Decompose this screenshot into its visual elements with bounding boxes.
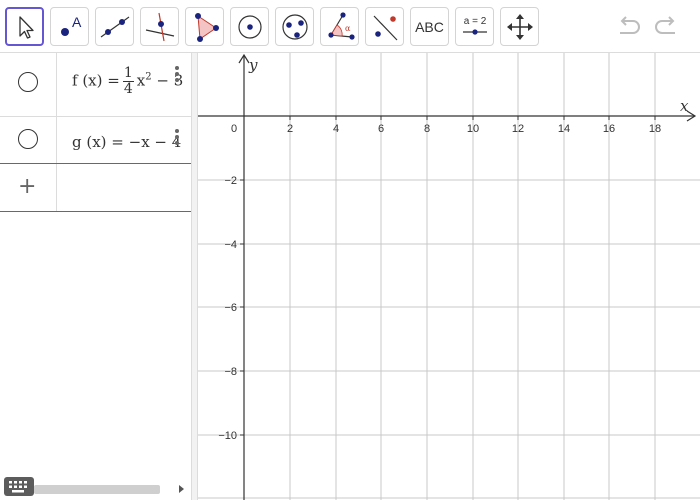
algebra-view: f (x) = 1 4 x2 − 3 g (x) = −x − 4 + bbox=[0, 53, 191, 500]
circle-center-icon bbox=[237, 14, 262, 39]
circle-three-points-icon bbox=[281, 13, 308, 40]
input-row-bottom-border bbox=[0, 211, 191, 212]
slider-tool-label: a = 2 bbox=[463, 16, 486, 27]
x-tick-label: 4 bbox=[333, 123, 339, 135]
move-cross-arrows-icon bbox=[506, 13, 533, 40]
x-tick-label: 12 bbox=[512, 123, 524, 135]
more-options-icon[interactable] bbox=[175, 129, 179, 147]
formula-f-term: x bbox=[136, 71, 146, 90]
panel-resize-divider[interactable] bbox=[191, 53, 198, 500]
x-tick-label: 10 bbox=[467, 123, 479, 135]
origin-label: 0 bbox=[231, 123, 237, 135]
x-tick-label: 8 bbox=[424, 123, 430, 135]
move-tool-button[interactable] bbox=[5, 7, 44, 46]
point-tool-label: A bbox=[72, 14, 82, 30]
x-tick-label: 18 bbox=[649, 123, 661, 135]
x-axis-name: x bbox=[680, 97, 689, 115]
move-graphics-view-tool-button[interactable] bbox=[500, 7, 539, 46]
algebra-row-f[interactable]: f (x) = 1 4 x2 − 3 bbox=[0, 53, 191, 116]
perpendicular-line-icon bbox=[145, 12, 174, 41]
algebra-input-row[interactable]: + bbox=[0, 164, 191, 211]
undo-icon bbox=[620, 16, 640, 34]
fraction: 14 bbox=[122, 66, 134, 97]
algebra-row-g[interactable]: g (x) = −x − 4 bbox=[0, 117, 191, 163]
vertical-gridlines bbox=[289, 53, 656, 500]
polygon-tool-button[interactable] bbox=[185, 7, 224, 46]
circle-center-point-tool-button[interactable] bbox=[230, 7, 269, 46]
cursor-arrow-icon bbox=[18, 15, 34, 39]
perpendicular-line-tool-button[interactable] bbox=[140, 7, 179, 46]
point-label-icon: A bbox=[60, 14, 82, 36]
formula-g[interactable]: g (x) = −x − 4 bbox=[72, 133, 191, 151]
slider-tool-button[interactable]: a = 2 bbox=[455, 7, 494, 46]
coordinate-plane[interactable]: x y 0 2 4 6 8 10 12 14 16 18 −2 −4 −6 −8… bbox=[198, 53, 700, 500]
polygon-icon bbox=[194, 12, 219, 42]
horizontal-scrollbar[interactable] bbox=[34, 485, 160, 494]
fraction-denominator: 4 bbox=[123, 81, 133, 97]
add-icon[interactable]: + bbox=[18, 176, 36, 198]
angle-tool-button[interactable]: α bbox=[320, 7, 359, 46]
y-tick-label: −10 bbox=[218, 430, 237, 442]
reflect-tool-button[interactable] bbox=[365, 7, 404, 46]
undo-button[interactable] bbox=[614, 12, 644, 42]
angle-icon: α bbox=[327, 11, 355, 40]
horizontal-gridlines bbox=[198, 179, 700, 499]
y-tick-label: −4 bbox=[224, 239, 237, 251]
text-icon: ABC bbox=[415, 18, 444, 35]
redo-button[interactable] bbox=[651, 12, 681, 42]
x-tick-label: 6 bbox=[378, 123, 384, 135]
point-tool-button[interactable]: A bbox=[50, 7, 89, 46]
text-tool-button[interactable]: ABC bbox=[410, 7, 449, 46]
y-tick-label: −6 bbox=[224, 302, 237, 314]
fraction-numerator: 1 bbox=[122, 66, 134, 82]
y-tick-label: −8 bbox=[224, 366, 237, 378]
keyboard-icon[interactable] bbox=[4, 477, 34, 496]
x-tick-label: 14 bbox=[558, 123, 570, 135]
reflect-about-line-icon bbox=[373, 15, 397, 40]
more-options-icon[interactable] bbox=[175, 66, 179, 84]
scroll-right-arrow-icon[interactable] bbox=[179, 485, 184, 493]
y-axis-ticks bbox=[240, 179, 244, 436]
line-tool-button[interactable] bbox=[95, 7, 134, 46]
line-through-points-icon bbox=[100, 16, 129, 37]
y-axis-name: y bbox=[248, 56, 258, 74]
x-tick-label: 2 bbox=[287, 123, 293, 135]
angle-tool-label: α bbox=[345, 24, 351, 33]
keyboard-keys bbox=[9, 481, 27, 493]
toolbar: A α ABC a = 2 bbox=[0, 0, 700, 53]
x-tick-label: 16 bbox=[603, 123, 615, 135]
graphics-view[interactable]: x y 0 2 4 6 8 10 12 14 16 18 −2 −4 −6 −8… bbox=[198, 53, 700, 500]
visibility-toggle-g[interactable] bbox=[18, 129, 38, 149]
formula-f-prefix: f (x) = bbox=[72, 71, 120, 90]
formula-f[interactable]: f (x) = 1 4 x2 − 3 bbox=[72, 66, 191, 97]
redo-icon bbox=[655, 16, 675, 34]
visibility-toggle-f[interactable] bbox=[18, 72, 38, 92]
circle-three-points-tool-button[interactable] bbox=[275, 7, 314, 46]
slider-icon: a = 2 bbox=[462, 16, 487, 35]
y-tick-label: −2 bbox=[224, 175, 237, 187]
